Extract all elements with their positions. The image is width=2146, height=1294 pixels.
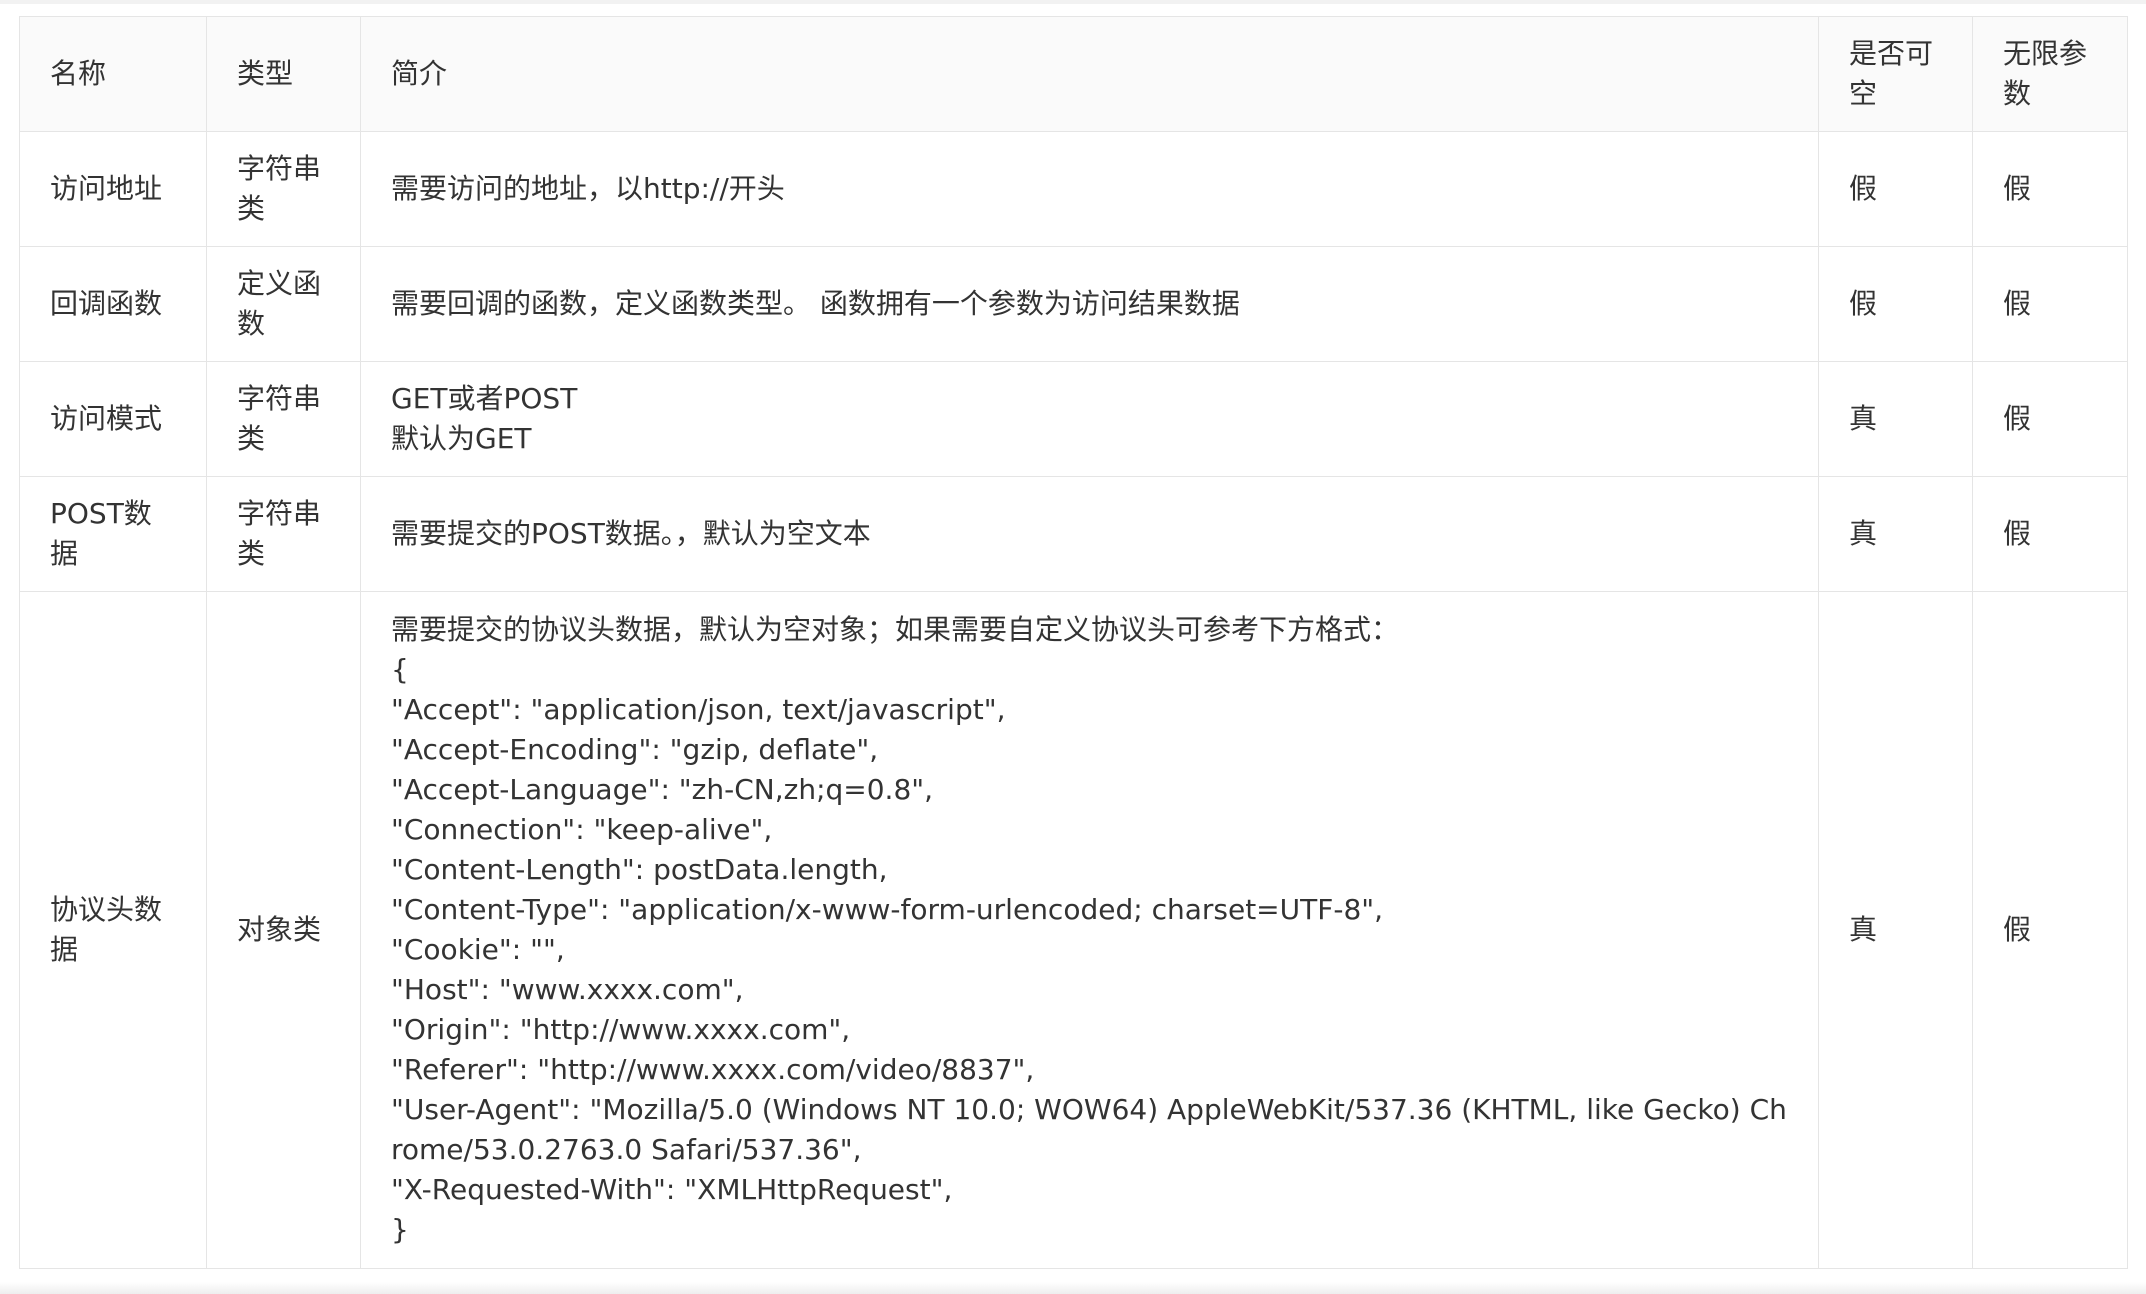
cell-varargs: 假 [1972, 476, 2128, 592]
table-row: POST数据 字符串类 需要提交的POST数据。，默认为空文本 真 假 [19, 476, 2128, 592]
table-row: 访问地址 字符串类 需要访问的地址，以http://开头 假 假 [19, 131, 2128, 247]
description-line: GET或者POST [391, 382, 578, 415]
description-line: } [391, 1213, 409, 1246]
description-line: "Accept": "application/json, text/javasc… [391, 693, 1006, 726]
description-line: "Referer": "http://www.xxxx.com/video/88… [391, 1053, 1035, 1086]
description-line: 需要回调的函数，定义函数类型。 函数拥有一个参数为访问结果数据 [391, 287, 1240, 320]
description-line: "Cookie": "", [391, 933, 565, 966]
description-line: 需要提交的协议头数据，默认为空对象；如果需要自定义协议头可参考下方格式： [391, 613, 1400, 646]
header-description: 简介 [360, 16, 1819, 132]
bottom-shadow [0, 1282, 2146, 1294]
description-line: "X-Requested-With": "XMLHttpRequest", [391, 1173, 953, 1206]
cell-description: 需要访问的地址，以http://开头 [360, 131, 1819, 247]
header-varargs: 无限参数 [1972, 16, 2128, 132]
cell-nullable: 真 [1818, 476, 1973, 592]
parameter-table: 名称 类型 简介 是否可空 无限参数 访问地址 字符串类 需要访问的地址，以ht… [19, 16, 2128, 1269]
header-nullable: 是否可空 [1818, 16, 1973, 132]
header-name: 名称 [19, 16, 207, 132]
table-row: 回调函数 定义函数 需要回调的函数，定义函数类型。 函数拥有一个参数为访问结果数… [19, 246, 2128, 362]
cell-varargs: 假 [1972, 361, 2128, 477]
cell-type: 定义函数 [206, 246, 361, 362]
description-line: "Accept-Encoding": "gzip, deflate", [391, 733, 879, 766]
cell-nullable: 真 [1818, 361, 1973, 477]
cell-description: 需要提交的协议头数据，默认为空对象；如果需要自定义协议头可参考下方格式： { "… [360, 591, 1819, 1269]
description-line: 默认为GET [391, 422, 532, 455]
cell-name: 协议头数据 [19, 591, 207, 1269]
cell-description: 需要回调的函数，定义函数类型。 函数拥有一个参数为访问结果数据 [360, 246, 1819, 362]
top-divider [0, 0, 2146, 4]
cell-nullable: 假 [1818, 131, 1973, 247]
description-line: 需要提交的POST数据。，默认为空文本 [391, 517, 871, 550]
description-line: "Origin": "http://www.xxxx.com", [391, 1013, 851, 1046]
header-type: 类型 [206, 16, 361, 132]
description-line: "Content-Type": "application/x-www-form-… [391, 893, 1384, 926]
description-line: "Accept-Language": "zh-CN,zh;q=0.8", [391, 773, 934, 806]
cell-varargs: 假 [1972, 246, 2128, 362]
table-header-row: 名称 类型 简介 是否可空 无限参数 [19, 16, 2128, 132]
cell-type: 字符串类 [206, 131, 361, 247]
cell-description: GET或者POST 默认为GET [360, 361, 1819, 477]
cell-type: 字符串类 [206, 476, 361, 592]
description-line: { [391, 653, 409, 686]
description-line: 需要访问的地址，以http://开头 [391, 172, 785, 205]
cell-name: 回调函数 [19, 246, 207, 362]
description-line: "User-Agent": "Mozilla/5.0 (Windows NT 1… [391, 1093, 1787, 1166]
description-line: "Connection": "keep-alive", [391, 813, 773, 846]
cell-name: 访问地址 [19, 131, 207, 247]
cell-varargs: 假 [1972, 591, 2128, 1269]
cell-name: POST数据 [19, 476, 207, 592]
description-line: "Content-Length": postData.length, [391, 853, 888, 886]
cell-varargs: 假 [1972, 131, 2128, 247]
cell-nullable: 假 [1818, 246, 1973, 362]
cell-type: 对象类 [206, 591, 361, 1269]
cell-type: 字符串类 [206, 361, 361, 477]
description-line: "Host": "www.xxxx.com", [391, 973, 744, 1006]
table-row: 协议头数据 对象类 需要提交的协议头数据，默认为空对象；如果需要自定义协议头可参… [19, 591, 2128, 1269]
cell-nullable: 真 [1818, 591, 1973, 1269]
table-row: 访问模式 字符串类 GET或者POST 默认为GET 真 假 [19, 361, 2128, 477]
cell-description: 需要提交的POST数据。，默认为空文本 [360, 476, 1819, 592]
cell-name: 访问模式 [19, 361, 207, 477]
